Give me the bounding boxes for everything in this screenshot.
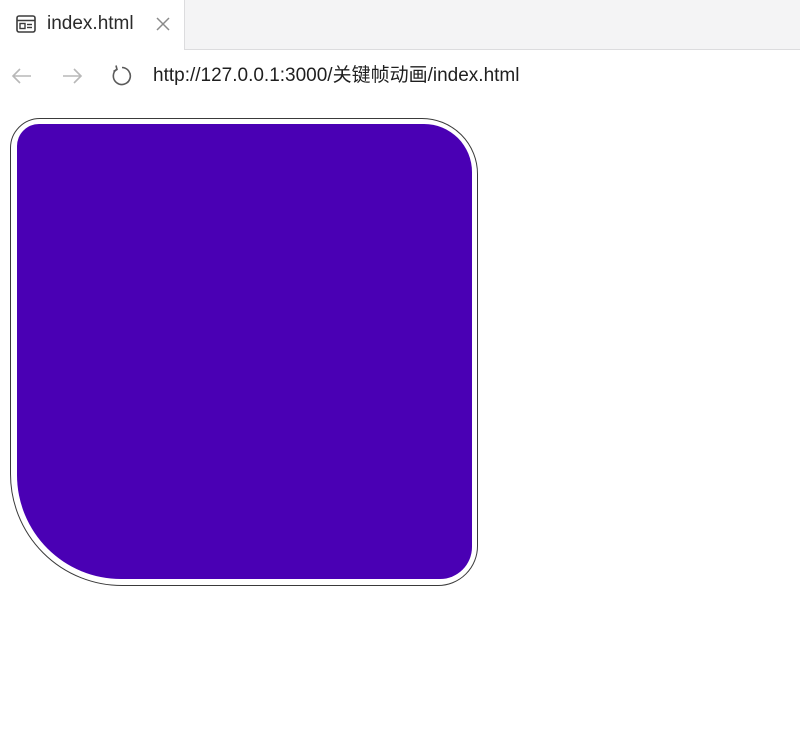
close-icon[interactable] [155, 16, 171, 32]
tab-bar: index.html [0, 0, 800, 50]
arrow-left-icon[interactable] [10, 64, 34, 88]
tab-index[interactable]: index.html [0, 0, 185, 50]
address-bar[interactable]: http://127.0.0.1:3000/关键帧动画/index.html [153, 64, 519, 88]
tab-title: index.html [47, 13, 134, 34]
reload-icon[interactable] [110, 64, 134, 88]
page-icon [16, 15, 36, 33]
animated-shape [17, 124, 472, 579]
navigation-bar: http://127.0.0.1:3000/关键帧动画/index.html [0, 50, 800, 102]
arrow-right-icon[interactable] [60, 64, 84, 88]
page-viewport [0, 102, 800, 752]
